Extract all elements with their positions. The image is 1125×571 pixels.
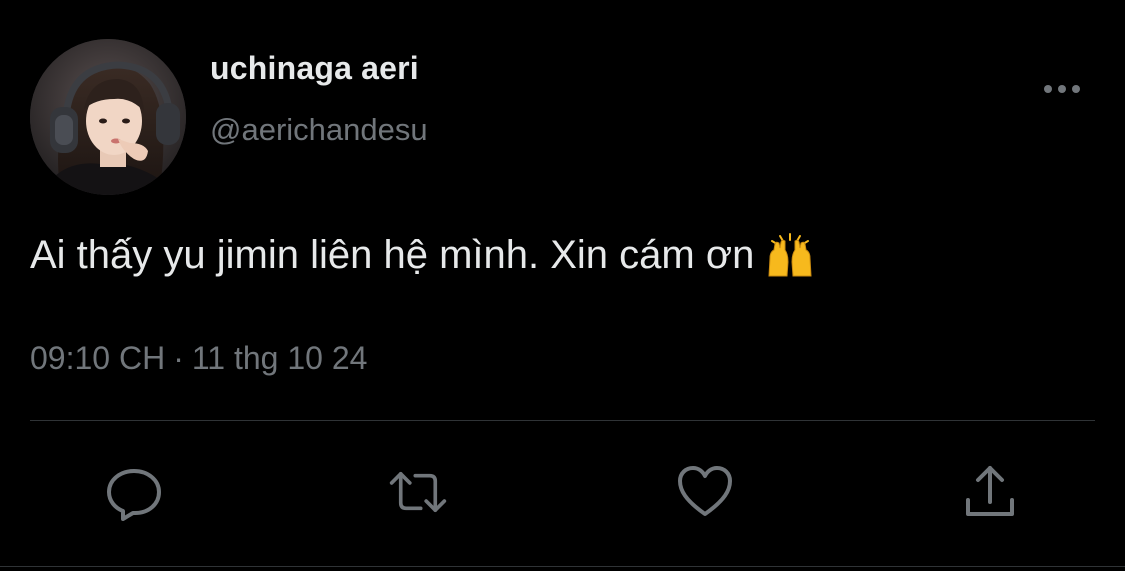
username-handle[interactable]: @aerichandesu bbox=[210, 112, 428, 148]
avatar[interactable] bbox=[30, 39, 186, 195]
more-icon bbox=[1044, 85, 1080, 93]
retweet-button[interactable] bbox=[388, 462, 448, 522]
meta-separator: · bbox=[173, 340, 184, 376]
tweet-timestamp[interactable]: 09:10 CH · 11 thg 10 24 bbox=[30, 340, 367, 377]
tweet-text: Ai thấy yu jimin liên hệ mình. Xin cám ơ… bbox=[30, 232, 814, 278]
heart-icon bbox=[678, 466, 732, 516]
reply-button[interactable] bbox=[104, 462, 164, 522]
profile-photo-icon bbox=[30, 39, 186, 195]
tweet-body: Ai thấy yu jimin liên hệ mình. Xin cám ơ… bbox=[30, 232, 755, 277]
tweet-date: 11 thg 10 24 bbox=[191, 340, 368, 376]
divider bbox=[30, 420, 1095, 421]
share-button[interactable] bbox=[960, 462, 1020, 522]
reply-icon bbox=[107, 469, 161, 521]
more-options-button[interactable] bbox=[1038, 74, 1086, 104]
display-name[interactable]: uchinaga aeri bbox=[210, 50, 419, 87]
tweet-time: 09:10 CH bbox=[30, 340, 166, 376]
share-icon bbox=[966, 466, 1014, 516]
raising-hands-emoji-icon bbox=[766, 232, 814, 278]
bottom-divider bbox=[0, 566, 1125, 567]
retweet-icon bbox=[389, 472, 447, 512]
like-button[interactable] bbox=[675, 462, 735, 522]
tweet-card: uchinaga aeri @aerichandesu Ai thấy yu j… bbox=[0, 0, 1125, 571]
